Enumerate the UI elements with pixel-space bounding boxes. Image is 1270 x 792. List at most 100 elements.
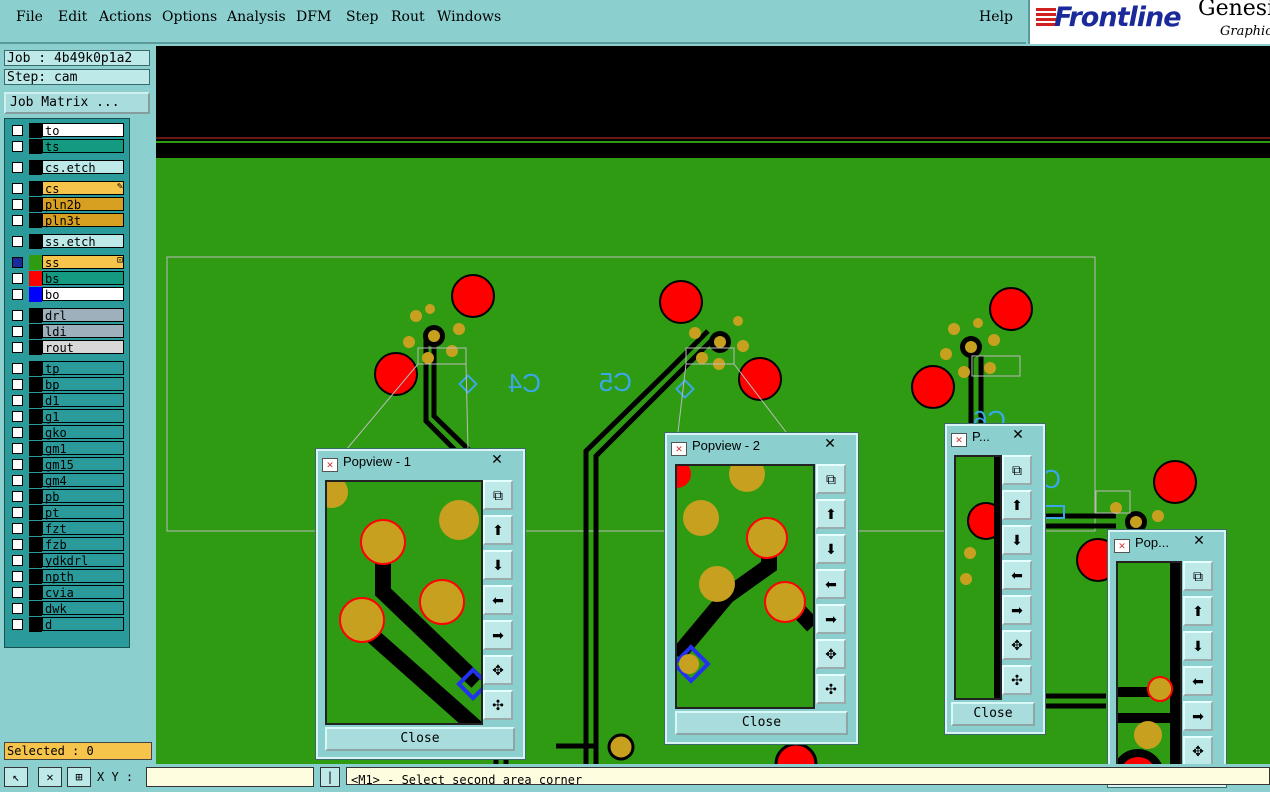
zoom-out-icon[interactable]: ✣ xyxy=(483,690,513,720)
popview-1[interactable]: ✕ Popview - 1 ✕ ⧉ ⬆ ⬇ ⬅ ➡ ✥ ✣ Close xyxy=(315,448,526,760)
layer-color-swatch[interactable] xyxy=(29,473,42,488)
layer-name[interactable]: fzt xyxy=(42,521,124,536)
layer-color-swatch[interactable] xyxy=(29,160,42,175)
popview-1-close-button[interactable]: Close xyxy=(325,727,515,751)
layer-name[interactable]: rout xyxy=(42,340,124,355)
pan-right-icon[interactable]: ➡ xyxy=(483,620,513,650)
layer-row-fzt[interactable]: fzt xyxy=(7,521,127,536)
close-icon[interactable]: ✕ xyxy=(819,435,841,451)
layer-row-pb[interactable]: pb xyxy=(7,489,127,504)
layer-color-swatch[interactable] xyxy=(29,553,42,568)
layer-row-cvia[interactable]: cvia xyxy=(7,585,127,600)
layer-row-gko[interactable]: gko xyxy=(7,425,127,440)
layer-color-swatch[interactable] xyxy=(29,287,42,302)
layer-checkbox[interactable] xyxy=(12,289,23,300)
layer-color-swatch[interactable] xyxy=(29,617,42,632)
layer-checkbox[interactable] xyxy=(12,603,23,614)
close-icon[interactable]: ✕ xyxy=(1188,532,1210,548)
layer-name[interactable]: gm15 xyxy=(42,457,124,472)
layer-color-swatch[interactable] xyxy=(29,271,42,286)
layer-row-ts[interactable]: ts xyxy=(7,139,127,154)
menu-help[interactable]: Help xyxy=(979,9,1013,25)
layer-color-swatch[interactable] xyxy=(29,255,42,270)
menu-rout[interactable]: Rout xyxy=(391,9,425,25)
layer-color-swatch[interactable] xyxy=(29,213,42,228)
layer-name[interactable]: drl xyxy=(42,308,124,323)
layer-row-gm15[interactable]: gm15 xyxy=(7,457,127,472)
layer-name[interactable]: ldi xyxy=(42,324,124,339)
pan-up-icon[interactable]: ⬆ xyxy=(1183,596,1213,626)
layer-row-gm4[interactable]: gm4 xyxy=(7,473,127,488)
popview-1-zoom-view[interactable] xyxy=(325,480,483,725)
zoom-fit-icon[interactable]: ⧉ xyxy=(816,464,846,494)
layer-name[interactable]: d xyxy=(42,617,124,632)
layer-checkbox[interactable] xyxy=(12,379,23,390)
popview-3-zoom-view[interactable] xyxy=(954,455,1002,700)
layer-color-swatch[interactable] xyxy=(29,505,42,520)
popview-4[interactable]: ✕ Pop... ✕ ⧉ ⬆ ⬇ ⬅ ➡ ✥ xyxy=(1107,529,1227,788)
layer-checkbox[interactable] xyxy=(12,619,23,630)
pan-down-icon[interactable]: ⬇ xyxy=(816,534,846,564)
pan-right-icon[interactable]: ➡ xyxy=(1183,701,1213,731)
layer-row-gm1[interactable]: gm1 xyxy=(7,441,127,456)
layer-row-rout[interactable]: rout xyxy=(7,340,127,355)
layer-row-g1[interactable]: g1 xyxy=(7,409,127,424)
layer-checkbox[interactable] xyxy=(12,411,23,422)
layer-color-swatch[interactable] xyxy=(29,425,42,440)
layer-name[interactable]: to xyxy=(42,123,124,138)
zoom-in-icon[interactable]: ✥ xyxy=(1002,630,1032,660)
pointer-mode-icon[interactable]: | xyxy=(320,767,340,787)
layer-name[interactable]: pt xyxy=(42,505,124,520)
job-matrix-button[interactable]: Job Matrix ... xyxy=(4,92,150,114)
layer-name[interactable]: d1 xyxy=(42,393,124,408)
layer-color-swatch[interactable] xyxy=(29,585,42,600)
menu-analysis[interactable]: Analysis xyxy=(227,9,286,25)
xy-coordinate-field[interactable] xyxy=(146,767,314,787)
popview-2-zoom-view[interactable] xyxy=(675,464,815,709)
layer-color-swatch[interactable] xyxy=(29,601,42,616)
layer-row-ldi[interactable]: ldi xyxy=(7,324,127,339)
pan-right-icon[interactable]: ➡ xyxy=(816,604,846,634)
layer-name[interactable]: pln3t xyxy=(42,213,124,228)
pan-right-icon[interactable]: ➡ xyxy=(1002,595,1032,625)
layer-color-swatch[interactable] xyxy=(29,340,42,355)
layer-color-swatch[interactable] xyxy=(29,123,42,138)
pan-down-icon[interactable]: ⬇ xyxy=(483,550,513,580)
layer-checkbox[interactable] xyxy=(12,257,23,268)
layer-checkbox[interactable] xyxy=(12,587,23,598)
layer-checkbox[interactable] xyxy=(12,363,23,374)
menu-dfm[interactable]: DFM xyxy=(296,9,331,25)
layer-color-swatch[interactable] xyxy=(29,197,42,212)
layer-name[interactable]: ydkdrl xyxy=(42,553,124,568)
layer-color-swatch[interactable] xyxy=(29,393,42,408)
layer-checkbox[interactable] xyxy=(12,125,23,136)
layer-row-d[interactable]: d xyxy=(7,617,127,632)
layer-row-bo[interactable]: bo xyxy=(7,287,127,302)
layer-checkbox[interactable] xyxy=(12,491,23,502)
layer-color-swatch[interactable] xyxy=(29,181,42,196)
layer-checkbox[interactable] xyxy=(12,555,23,566)
popview-4-zoom-view[interactable] xyxy=(1116,561,1182,785)
layer-row-npth[interactable]: npth xyxy=(7,569,127,584)
popview-2[interactable]: ✕ Popview - 2 ✕ ⧉ ⬆ ⬇ ⬅ ➡ ✥ ✣ Close xyxy=(664,432,859,745)
menu-options[interactable]: Options xyxy=(162,9,217,25)
pan-up-icon[interactable]: ⬆ xyxy=(483,515,513,545)
layer-name[interactable]: fzb xyxy=(42,537,124,552)
layer-checkbox[interactable] xyxy=(12,523,23,534)
layer-checkbox[interactable] xyxy=(12,427,23,438)
layer-color-swatch[interactable] xyxy=(29,308,42,323)
layer-color-swatch[interactable] xyxy=(29,569,42,584)
zoom-in-icon[interactable]: ✥ xyxy=(816,639,846,669)
layer-checkbox[interactable] xyxy=(12,395,23,406)
zoom-fit-icon[interactable]: ⧉ xyxy=(483,480,513,510)
select-arrow-icon[interactable]: ↖ xyxy=(4,767,28,787)
layer-checkbox[interactable] xyxy=(12,183,23,194)
layer-name[interactable]: gm4 xyxy=(42,473,124,488)
pan-up-icon[interactable]: ⬆ xyxy=(1002,490,1032,520)
layer-color-swatch[interactable] xyxy=(29,537,42,552)
layer-name[interactable]: tp xyxy=(42,361,124,376)
layer-row-pt[interactable]: pt xyxy=(7,505,127,520)
layer-checkbox[interactable] xyxy=(12,443,23,454)
layer-name[interactable]: ts xyxy=(42,139,124,154)
layer-name[interactable]: cs.etch xyxy=(42,160,124,175)
